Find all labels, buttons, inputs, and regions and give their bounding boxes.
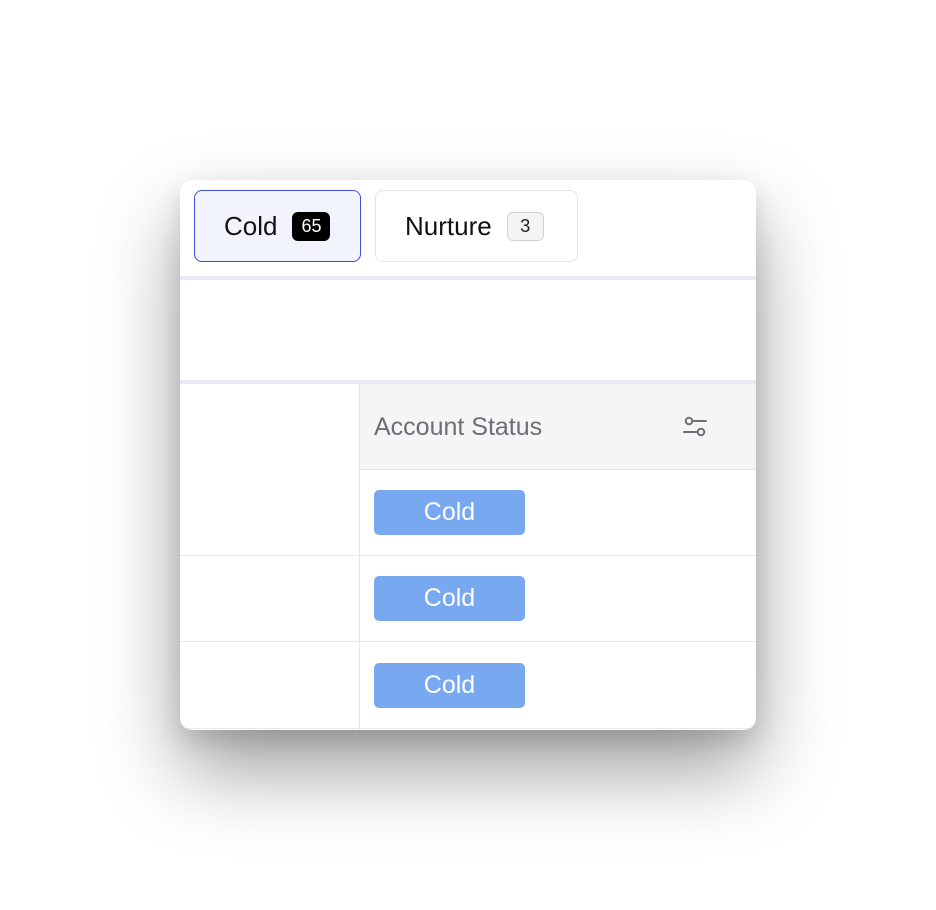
- accounts-table: Account Status Cold Cold Cold: [180, 384, 756, 730]
- tab-cold[interactable]: Cold 65: [194, 190, 361, 262]
- column-divider: [359, 384, 360, 730]
- tab-nurture[interactable]: Nurture 3: [375, 190, 578, 262]
- table-row[interactable]: Cold: [180, 556, 756, 642]
- tab-nurture-count-badge: 3: [506, 211, 544, 241]
- toolbar-area: [180, 280, 756, 380]
- status-chip: Cold: [374, 663, 525, 708]
- tab-cold-count-badge: 65: [292, 211, 331, 241]
- column-header-account-status[interactable]: Account Status: [360, 384, 756, 470]
- table-row[interactable]: Cold: [180, 470, 756, 556]
- table-row[interactable]: Cold: [180, 643, 756, 729]
- tab-nurture-label: Nurture: [405, 210, 492, 241]
- pipeline-card: Cold 65 Nurture 3 Account Status Cold Co…: [180, 180, 756, 730]
- status-chip: Cold: [374, 576, 525, 621]
- column-header-label: Account Status: [374, 413, 543, 441]
- filter-sliders-icon[interactable]: [682, 414, 708, 440]
- status-chip: Cold: [374, 490, 525, 535]
- tab-cold-label: Cold: [224, 210, 278, 241]
- status-tabs: Cold 65 Nurture 3: [180, 180, 756, 276]
